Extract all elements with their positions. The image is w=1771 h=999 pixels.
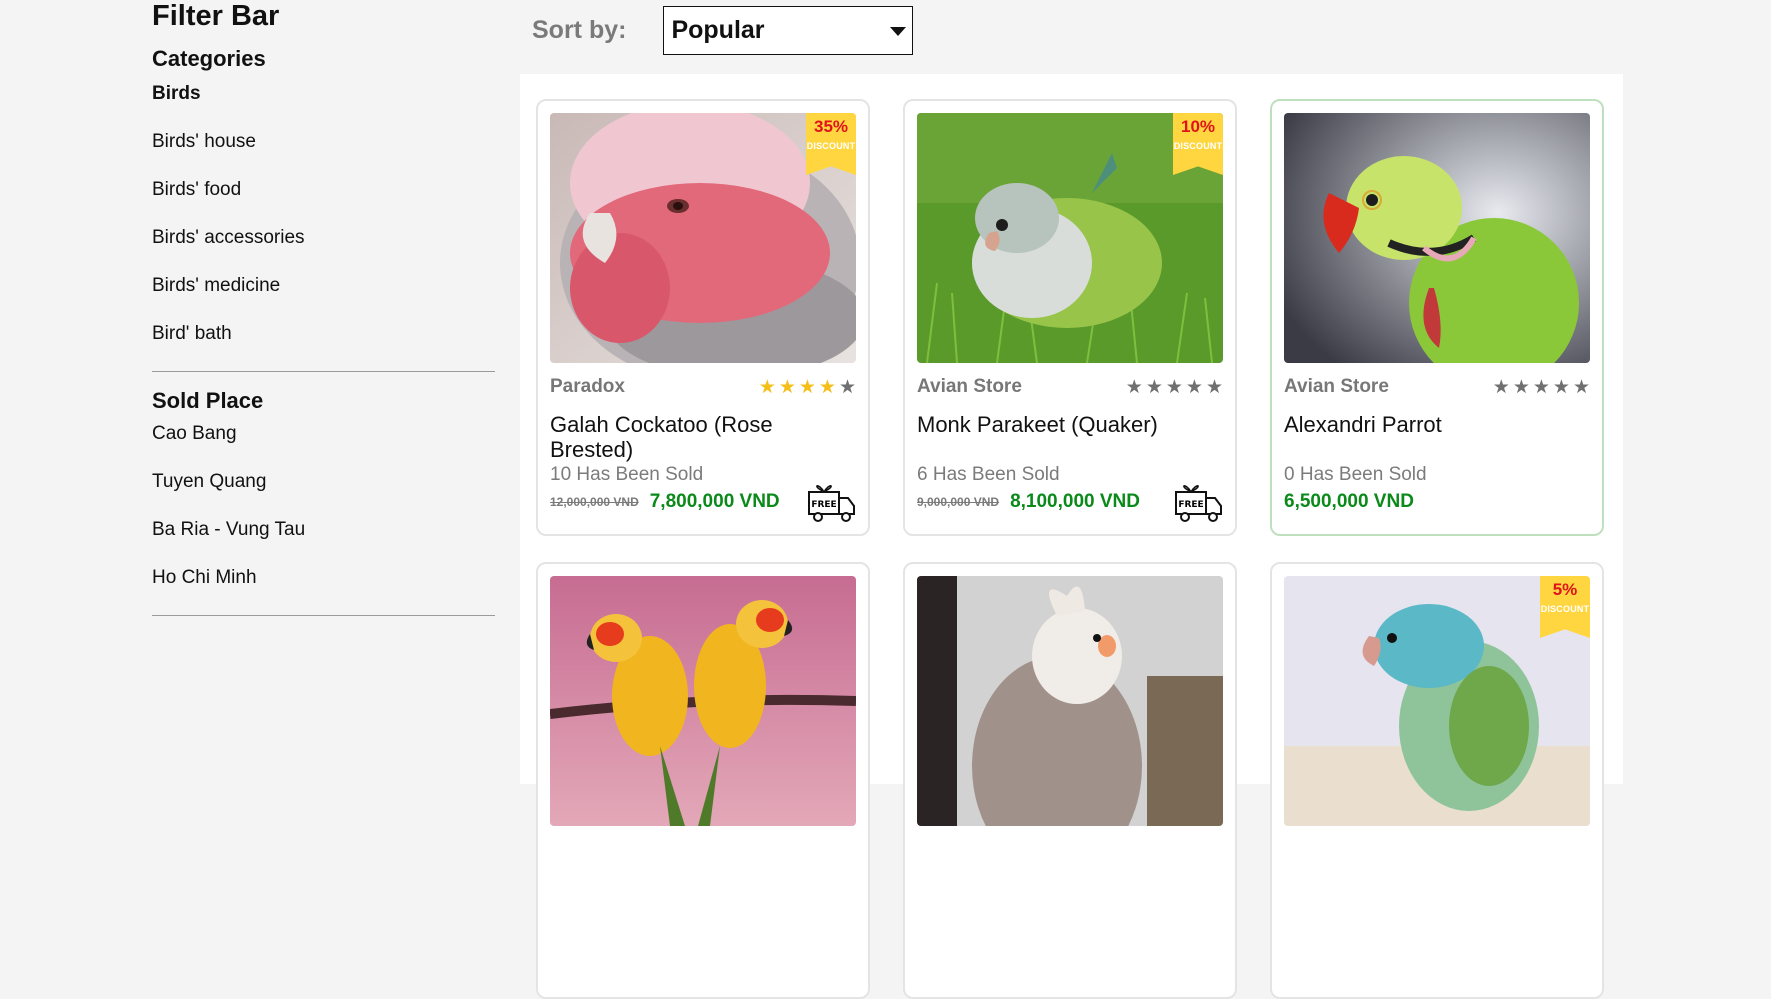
- star-icon: ★: [778, 376, 796, 398]
- shop-name: Avian Store: [1284, 376, 1389, 397]
- free-ship-text: FREE: [811, 500, 836, 510]
- original-price: 12,000,000 VND: [550, 495, 639, 509]
- product-image-monk-parakeet: 10% DISCOUNT: [917, 113, 1223, 363]
- shop-name: Paradox: [550, 376, 625, 397]
- star-icon: ★: [818, 376, 836, 398]
- free-ship-text: FREE: [1178, 500, 1203, 510]
- discount-label: DISCOUNT: [1540, 604, 1590, 614]
- sidebar-divider: [152, 615, 495, 616]
- star-icon: ★: [1205, 376, 1223, 398]
- categories-heading: Categories: [152, 46, 266, 71]
- star-icon: ★: [1492, 376, 1510, 398]
- category-item-birds-food[interactable]: Birds' food: [152, 179, 495, 227]
- sold-place-heading: Sold Place: [152, 388, 264, 413]
- star-icon: ★: [1145, 376, 1163, 398]
- category-item-birds-house[interactable]: Birds' house: [152, 131, 495, 179]
- category-item-bird-bath[interactable]: Bird' bath: [152, 323, 495, 371]
- category-item-birds-accessories[interactable]: Birds' accessories: [152, 227, 495, 275]
- discount-badge: 5% DISCOUNT: [1540, 576, 1590, 638]
- star-icon: ★: [1572, 376, 1590, 398]
- sort-label: Sort by:: [532, 15, 627, 44]
- original-price: 9,000,000 VND: [917, 495, 1000, 509]
- discount-percent: 5%: [1552, 580, 1578, 599]
- product-card[interactable]: Avian Store ★ ★ ★ ★ ★ Alexandri Parrot 0 Has…: [1270, 99, 1604, 536]
- product-image-sun-conures: [550, 576, 856, 826]
- product-card[interactable]: 10% DISCOUNT Avian Store ★ ★ ★ ★ ★ Monk Para…: [903, 99, 1237, 536]
- shop-name: Avian Store: [917, 376, 1022, 397]
- discount-badge: 10% DISCOUNT: [1173, 113, 1223, 175]
- product-card[interactable]: 5% DISCOUNT: [1270, 562, 1604, 999]
- discount-label: DISCOUNT: [806, 141, 856, 151]
- product-image-galah-cockatoo: 35% DISCOUNT: [550, 113, 856, 363]
- sold-place-list: Cao Bang Tuyen Quang Ba Ria - Vung Tau H…: [152, 423, 495, 615]
- product-name[interactable]: Galah Cockatoo (Rose Brested): [550, 412, 856, 464]
- star-icon: ★: [1552, 376, 1570, 398]
- place-item-ho-chi-minh[interactable]: Ho Chi Minh: [152, 567, 495, 615]
- product-image-cockatiel: [917, 576, 1223, 826]
- rating-stars: ★ ★ ★ ★ ★: [1126, 378, 1223, 397]
- sort-selected-value: Popular: [671, 15, 765, 44]
- sort-bar: Sort by: Popular: [532, 5, 914, 55]
- star-icon: ★: [1185, 376, 1203, 398]
- star-icon: ★: [798, 376, 816, 398]
- product-card[interactable]: [903, 562, 1237, 999]
- product-image-alexandrine-parrot: [1284, 113, 1590, 363]
- product-panel: 35% DISCOUNT Paradox ★ ★ ★ ★ ★ Galah Cockato…: [520, 74, 1623, 999]
- caret-down-icon: [890, 27, 907, 36]
- star-icon: ★: [1512, 376, 1530, 398]
- rating-stars: ★ ★ ★ ★ ★: [1493, 378, 1590, 397]
- discount-percent: 35%: [813, 117, 849, 136]
- discount-label: DISCOUNT: [1173, 141, 1223, 151]
- sale-price: 6,500,000 VND: [1284, 491, 1414, 512]
- free-shipping-icon: FREE: [1175, 485, 1222, 522]
- category-list: Birds Birds' house Birds' food Birds' ac…: [152, 83, 495, 371]
- filter-bar-title: Filter Bar: [152, 0, 280, 32]
- sale-price: 8,100,000 VND: [1010, 491, 1140, 512]
- star-icon: ★: [1165, 376, 1183, 398]
- product-grid: 35% DISCOUNT Paradox ★ ★ ★ ★ ★ Galah Cockato…: [536, 99, 1604, 999]
- place-item-ba-ria-vung-tau[interactable]: Ba Ria - Vung Tau: [152, 519, 495, 567]
- discount-percent: 10%: [1180, 117, 1216, 136]
- place-item-cao-bang[interactable]: Cao Bang: [152, 423, 495, 471]
- sort-select[interactable]: Popular: [663, 5, 914, 55]
- category-item-birds-medicine[interactable]: Birds' medicine: [152, 275, 495, 323]
- filter-sidebar: Filter Bar Categories Birds Birds' house…: [152, 0, 495, 616]
- rating-stars: ★ ★ ★ ★ ★: [759, 378, 856, 397]
- product-name[interactable]: Alexandri Parrot: [1284, 412, 1590, 464]
- star-icon: ★: [1125, 376, 1143, 398]
- star-icon: ★: [838, 376, 856, 398]
- star-icon: ★: [1532, 376, 1550, 398]
- place-item-tuyen-quang[interactable]: Tuyen Quang: [152, 471, 495, 519]
- sidebar-divider: [152, 371, 495, 372]
- product-card[interactable]: [536, 562, 870, 999]
- category-item-birds[interactable]: Birds: [152, 83, 495, 131]
- product-image-parrotlet: 5% DISCOUNT: [1284, 576, 1590, 826]
- product-card[interactable]: 35% DISCOUNT Paradox ★ ★ ★ ★ ★ Galah Cockato…: [536, 99, 870, 536]
- product-name[interactable]: Monk Parakeet (Quaker): [917, 412, 1223, 464]
- free-shipping-icon: FREE: [808, 485, 855, 522]
- discount-badge: 35% DISCOUNT: [806, 113, 856, 175]
- sale-price: 7,800,000 VND: [649, 491, 780, 512]
- star-icon: ★: [758, 376, 776, 398]
